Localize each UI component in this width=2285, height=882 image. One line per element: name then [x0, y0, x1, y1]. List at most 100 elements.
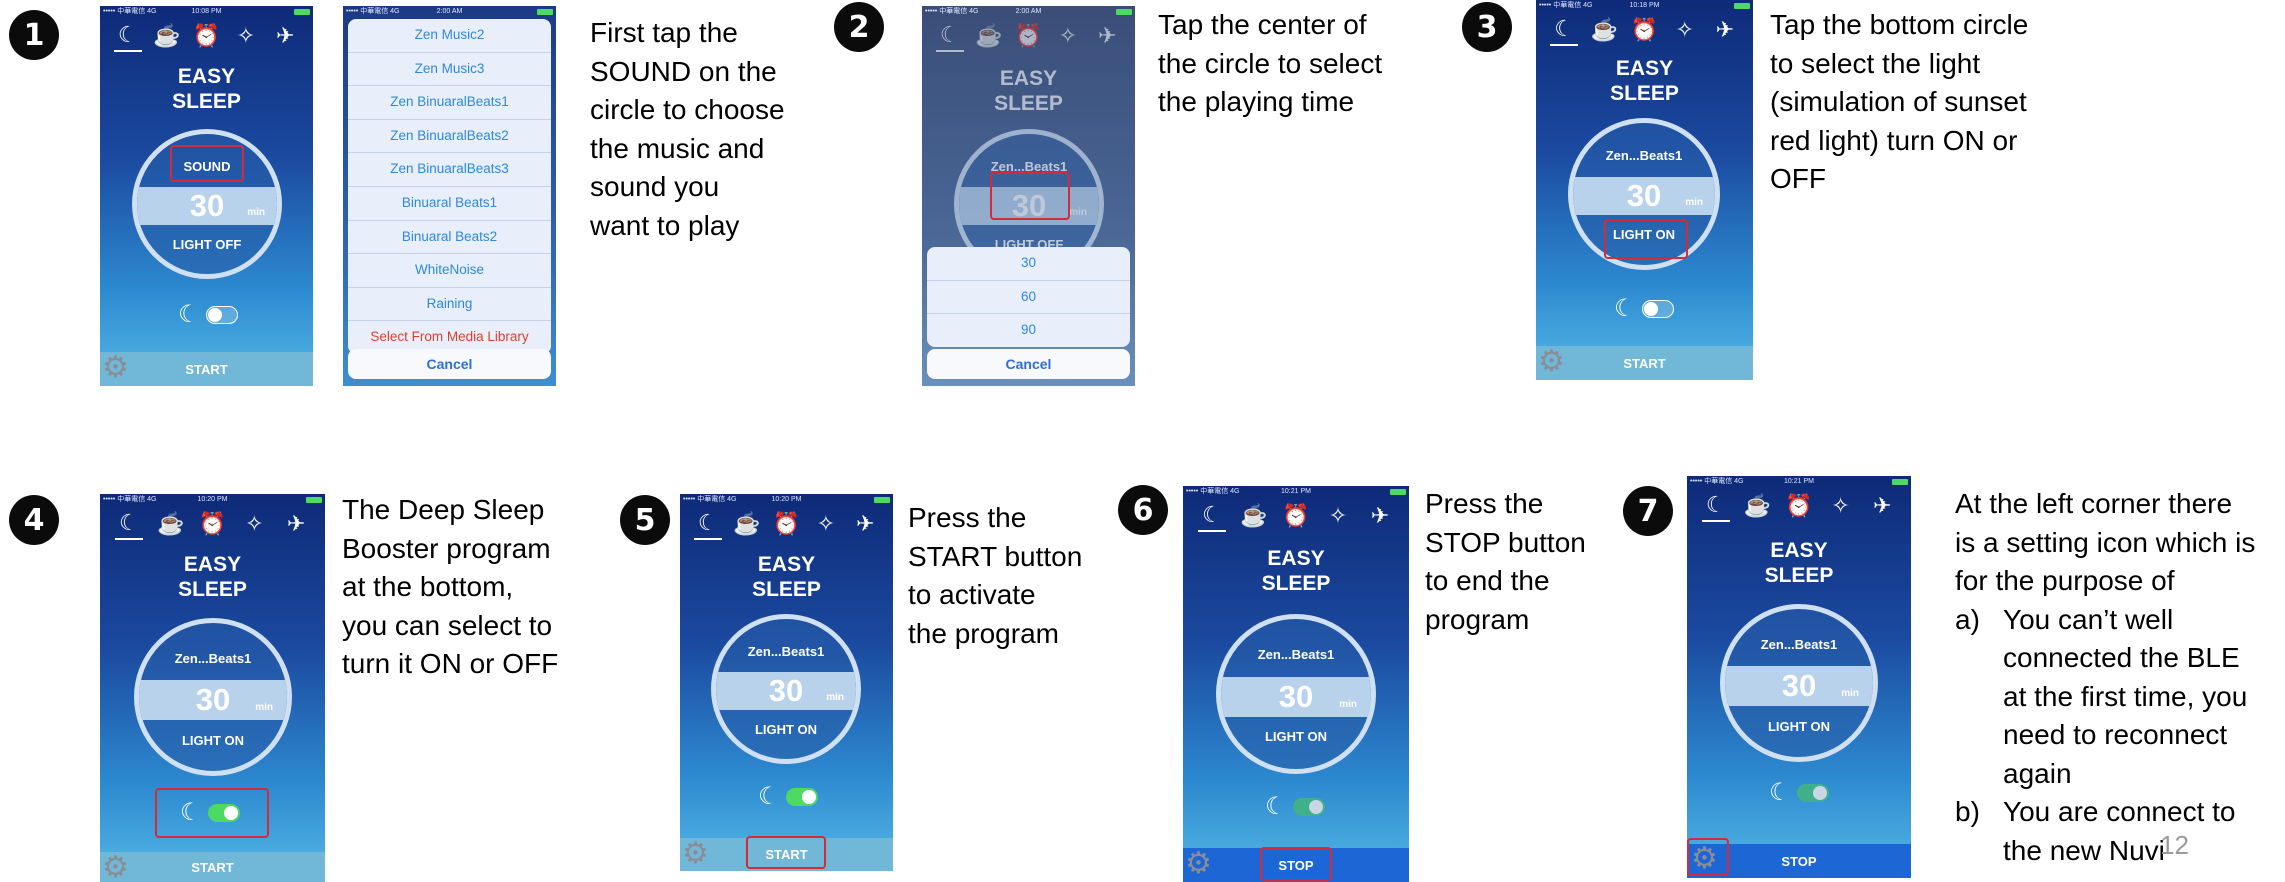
- step-badge-1: 1: [9, 10, 59, 60]
- tab-alarm-icon[interactable]: ⏰: [1282, 501, 1310, 531]
- tab-travel-icon[interactable]: ✈: [1366, 501, 1394, 531]
- tab-light-icon[interactable]: ✧: [1324, 501, 1352, 531]
- tab-light-icon[interactable]: ✧: [812, 509, 840, 539]
- light-button[interactable]: LIGHT ON: [1725, 719, 1873, 734]
- tab-alarm-icon[interactable]: ⏰: [772, 509, 800, 539]
- sound-menu-screen: ••••• 中華電信 4G 2:00 AM Zen Music2 Zen Musi…: [343, 6, 556, 386]
- control-circle[interactable]: Zen...Beats1 30 min LIGHT ON: [1720, 604, 1878, 762]
- tab-sleep-icon[interactable]: ☾: [693, 508, 722, 540]
- time-option[interactable]: 60: [927, 281, 1130, 315]
- app-title: EASY SLEEP: [1764, 539, 1834, 587]
- status-time: 10:08 PM: [191, 8, 222, 15]
- start-button[interactable]: START: [1536, 346, 1753, 380]
- highlight-start: [746, 836, 826, 869]
- tab-alarm-icon[interactable]: ⏰: [1785, 491, 1813, 521]
- tab-coffee-icon[interactable]: ☕: [1240, 501, 1268, 531]
- tab-travel-icon[interactable]: ✈: [282, 509, 310, 539]
- tab-travel-icon[interactable]: ✈: [851, 509, 879, 539]
- tab-light-icon[interactable]: ✧: [1827, 491, 1855, 521]
- tab-alarm-icon[interactable]: ⏰: [1014, 21, 1042, 51]
- phone-screen-2: ••••• 中華電信 4G 2:00 AM ☾ ☕ ⏰ ✧ ✈ EASY SLEEP…: [922, 6, 1135, 386]
- tab-travel-icon[interactable]: ✈: [271, 21, 299, 51]
- moon-icon: ☾: [178, 301, 200, 328]
- phone-screen-5: ••••• 中華電信 4G 10:20 PM ☾ ☕ ⏰ ✧ ✈ EASY SLEE…: [680, 494, 893, 871]
- gear-icon[interactable]: ⚙: [1538, 346, 1565, 378]
- light-button[interactable]: LIGHT OFF: [137, 237, 277, 252]
- sound-option[interactable]: Zen BinuaralBeats2: [348, 120, 551, 154]
- tab-bar: ☾ ☕ ⏰ ✧ ✈: [1695, 489, 1903, 523]
- tab-light-icon[interactable]: ✧: [1671, 15, 1699, 45]
- booster-toggle[interactable]: ☾: [178, 302, 238, 328]
- sound-option[interactable]: Zen Music3: [348, 53, 551, 87]
- tab-travel-icon[interactable]: ✈: [1711, 15, 1739, 45]
- tab-alarm-icon[interactable]: ⏰: [198, 509, 226, 539]
- control-circle[interactable]: Zen...Beats1 30 min LIGHT ON: [711, 614, 861, 764]
- tab-sleep-icon[interactable]: ☾: [113, 20, 142, 52]
- step-4-description: The Deep Sleep Booster program at the bo…: [342, 494, 559, 679]
- tab-sleep-icon[interactable]: ☾: [114, 508, 143, 540]
- light-button[interactable]: LIGHT ON: [139, 733, 287, 748]
- sound-option[interactable]: Raining: [348, 288, 551, 322]
- tab-travel-icon[interactable]: ✈: [1868, 491, 1896, 521]
- tab-travel-icon[interactable]: ✈: [1093, 21, 1121, 51]
- sound-option[interactable]: Zen BinuaralBeats3: [348, 153, 551, 187]
- sound-option[interactable]: Zen BinuaralBeats1: [348, 86, 551, 120]
- highlight-booster: [155, 788, 269, 838]
- time-band[interactable]: 30 min: [137, 187, 277, 225]
- cancel-button[interactable]: Cancel: [348, 349, 551, 379]
- sound-option[interactable]: Zen Music2: [348, 19, 551, 53]
- light-button[interactable]: LIGHT ON: [1221, 729, 1371, 744]
- tab-sleep-icon[interactable]: ☾: [1550, 14, 1579, 46]
- tab-coffee-icon[interactable]: ☕: [157, 509, 185, 539]
- tab-light-icon[interactable]: ✧: [232, 21, 260, 51]
- tab-light-icon[interactable]: ✧: [1054, 21, 1082, 51]
- step-badge-3: 3: [1462, 2, 1512, 52]
- light-button[interactable]: LIGHT ON: [716, 722, 856, 737]
- list-item: b) You are connect to the new Nuvi: [1955, 796, 2236, 866]
- step-3-description: Tap the bottom circle to select the ligh…: [1770, 9, 2029, 194]
- moon-icon: ☾: [1769, 779, 1791, 806]
- tab-coffee-icon[interactable]: ☕: [733, 509, 761, 539]
- step-badge-4: 4: [9, 495, 59, 545]
- tab-coffee-icon[interactable]: ☕: [975, 21, 1003, 51]
- time-option[interactable]: 30: [927, 247, 1130, 281]
- control-circle[interactable]: Zen...Beats1 30 min LIGHT ON: [134, 618, 292, 776]
- highlight-sound: [170, 145, 244, 182]
- app-title: EASY SLEEP: [1610, 57, 1679, 105]
- tab-sleep-icon[interactable]: ☾: [1701, 490, 1730, 522]
- booster-toggle[interactable]: ☾: [1265, 794, 1325, 820]
- control-circle[interactable]: Zen...Beats1 30 min LIGHT ON: [1216, 614, 1376, 774]
- highlight-time: [990, 172, 1070, 220]
- sound-option[interactable]: Binuaral Beats1: [348, 187, 551, 221]
- tab-alarm-icon[interactable]: ⏰: [192, 21, 220, 51]
- step-badge-5: 5: [620, 495, 670, 545]
- booster-toggle[interactable]: ☾: [758, 784, 818, 810]
- tab-bar: ☾ ☕ ⏰ ✧ ✈: [1544, 13, 1745, 47]
- tab-coffee-icon[interactable]: ☕: [153, 21, 181, 51]
- time-menu: 30 60 90: [927, 247, 1130, 347]
- time-option[interactable]: 90: [927, 314, 1130, 347]
- tab-sleep-icon[interactable]: ☾: [1198, 500, 1226, 532]
- tab-bar: ☾ ☕ ⏰ ✧ ✈: [930, 19, 1127, 53]
- tab-light-icon[interactable]: ✧: [240, 509, 268, 539]
- gear-icon[interactable]: ⚙: [102, 852, 129, 882]
- booster-toggle[interactable]: ☾: [1614, 296, 1674, 322]
- tab-sleep-icon[interactable]: ☾: [935, 20, 964, 52]
- sound-option[interactable]: WhiteNoise: [348, 254, 551, 288]
- list-item: a) You can’t well connected the BLE at t…: [1955, 603, 2248, 789]
- tab-coffee-icon[interactable]: ☕: [1743, 491, 1771, 521]
- gear-icon[interactable]: ⚙: [682, 838, 709, 870]
- tab-alarm-icon[interactable]: ⏰: [1630, 15, 1658, 45]
- tab-coffee-icon[interactable]: ☕: [1590, 15, 1618, 45]
- app-title: EASY SLEEP: [752, 553, 821, 601]
- booster-toggle[interactable]: ☾: [1769, 780, 1829, 806]
- sound-option[interactable]: Binuaral Beats2: [348, 221, 551, 255]
- cancel-button[interactable]: Cancel: [927, 349, 1130, 379]
- step-badge-6: 6: [1118, 485, 1168, 535]
- gear-icon[interactable]: ⚙: [1185, 848, 1212, 880]
- gear-icon[interactable]: ⚙: [102, 352, 129, 384]
- start-button[interactable]: START: [100, 352, 313, 386]
- start-button[interactable]: START: [100, 852, 325, 882]
- highlight-light: [1604, 219, 1688, 259]
- moon-icon: ☾: [1614, 295, 1636, 322]
